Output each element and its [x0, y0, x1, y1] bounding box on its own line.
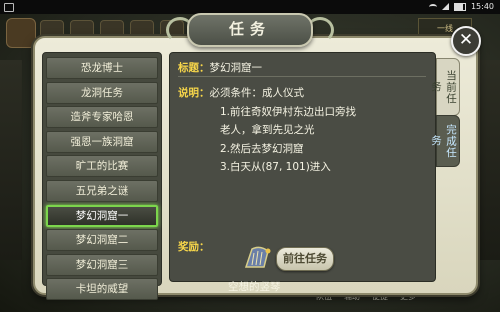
left-side-panel — [0, 60, 22, 260]
quest-item-dream-cave-3[interactable]: 梦幻洞窟三 — [46, 253, 158, 276]
close-button[interactable]: ✕ — [451, 26, 481, 56]
quest-item-dinosaur-doctor[interactable]: 恐龙博士 — [46, 57, 158, 79]
battery-icon — [453, 2, 466, 11]
go-to-quest-button[interactable]: 前往任务 — [276, 247, 334, 271]
quest-item-katan-prestige[interactable]: 卡坦的威望 — [46, 278, 158, 301]
quest-item-miner-contest[interactable]: 旷工的比赛 — [46, 155, 158, 178]
description-line: 1.前往奇奴伊村东边出口旁找 — [220, 105, 357, 118]
title-label: 标题： — [178, 62, 210, 74]
reward-label: 奖励： — [178, 241, 210, 253]
tab-completed-label: 完成任务 — [430, 123, 457, 159]
description-line: 3.白天从(87, 101)进入 — [220, 161, 331, 173]
tab-completed-quests[interactable]: 完成任务 — [430, 115, 460, 167]
description-line: 老人，拿到先见之光 — [220, 124, 315, 136]
quest-item-axe-expert[interactable]: 造斧专家哈恩 — [46, 106, 158, 129]
harp-icon[interactable] — [238, 245, 278, 271]
wifi-icon — [428, 3, 437, 10]
description-line: 2.然后去梦幻洞窟 — [220, 142, 304, 155]
quest-item-dream-cave-1[interactable]: 梦幻洞窟一 — [46, 204, 158, 227]
quest-item-five-brothers[interactable]: 五兄弟之谜 — [46, 179, 158, 202]
tab-current-quests[interactable]: 当前任务 — [430, 58, 460, 116]
clock: 15:40 — [470, 2, 494, 11]
signal-icon — [441, 3, 449, 10]
quest-list: 恐龙博士 龙洞任务 造斧专家哈恩 强恩一族洞窟 旷工的比赛 五兄弟之谜 梦幻洞窟… — [42, 52, 162, 301]
right-side-panel — [476, 60, 500, 260]
quest-title-value: 梦幻洞窟一 — [209, 62, 263, 74]
window-title: 任务 — [187, 13, 313, 47]
status-bar: 15:40 — [0, 0, 500, 14]
player-avatar[interactable] — [6, 18, 36, 48]
quest-item-dragon-cave[interactable]: 龙洞任务 — [46, 81, 158, 104]
tab-current-label: 当前任务 — [430, 69, 457, 105]
description-line: 必须条件：成人仪式 — [209, 87, 305, 99]
notification-icon — [4, 3, 14, 12]
reward-name: 空想的竖琴 — [228, 281, 281, 293]
quest-title-row: 标题：梦幻洞窟一 — [178, 60, 426, 77]
quest-item-dream-cave-2[interactable]: 梦幻洞窟二 — [46, 229, 158, 252]
description-label: 说明： — [178, 87, 210, 99]
quest-description: 说明：必须条件：成人仪式 1.前往奇奴伊村东边出口旁找 老人，拿到先见之光 2.… — [178, 84, 428, 177]
quest-item-clan-cave[interactable]: 强恩一族洞窟 — [46, 130, 158, 153]
